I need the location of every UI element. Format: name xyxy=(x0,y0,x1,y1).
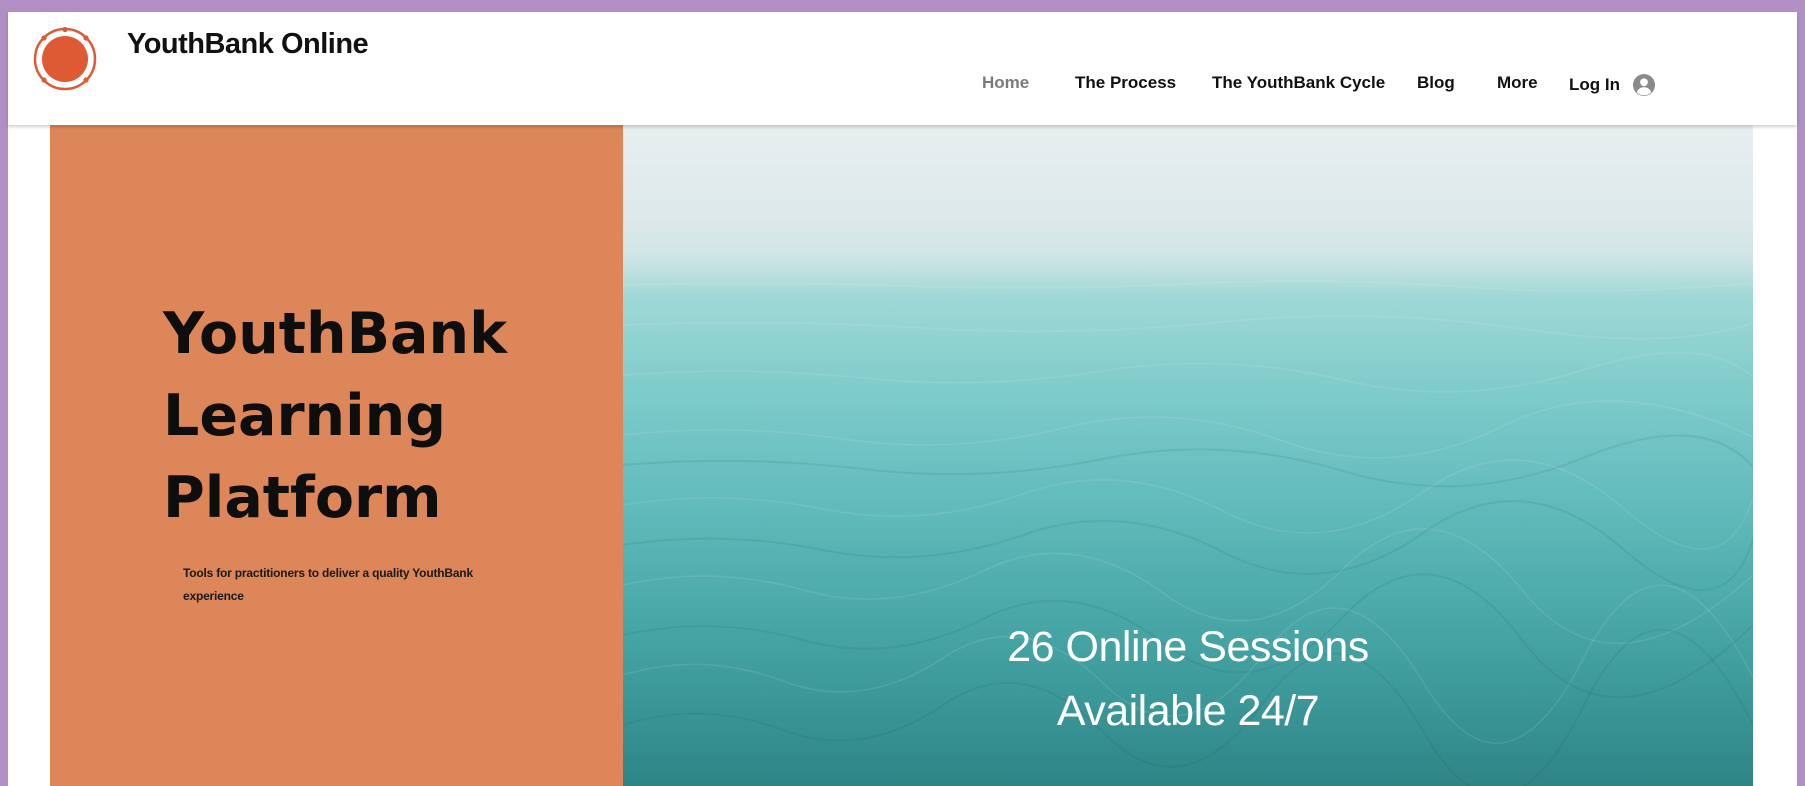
sessions-line-1: 26 Online Sessions xyxy=(1007,623,1369,671)
hero-title-line-2: Learning xyxy=(163,383,447,449)
sessions-caption: 26 Online Sessions Available 24/7 xyxy=(623,615,1753,743)
sessions-line-2: Available 24/7 xyxy=(1056,687,1320,735)
nav-item-the-youthbank-cycle[interactable]: The YouthBank Cycle xyxy=(1212,73,1385,93)
login-button[interactable]: Log In xyxy=(1569,72,1656,98)
sea-image: 26 Online Sessions Available 24/7 xyxy=(623,125,1753,786)
nav-item-home[interactable]: Home xyxy=(982,73,1029,93)
hero-section: YouthBank Learning Platform Tools for pr… xyxy=(50,125,1753,786)
main-nav: Home The Process The YouthBank Cycle Blo… xyxy=(8,73,1797,97)
hero-title-line-1: YouthBank xyxy=(163,301,508,367)
site-title[interactable]: YouthBank Online xyxy=(127,28,369,61)
nav-item-the-process[interactable]: The Process xyxy=(1075,73,1176,93)
nav-item-more[interactable]: More xyxy=(1497,73,1538,93)
user-avatar-icon xyxy=(1632,74,1655,96)
hero-text-panel: YouthBank Learning Platform Tools for pr… xyxy=(50,125,623,786)
site-header: YouthBank Online Home The Process The Yo… xyxy=(8,12,1797,125)
page-frame: YouthBank Online Home The Process The Yo… xyxy=(8,12,1797,786)
hero-title: YouthBank Learning Platform xyxy=(163,293,603,539)
hero-title-line-3: Platform xyxy=(163,465,442,531)
hero-subtitle: Tools for practitioners to deliver a qua… xyxy=(183,566,473,603)
login-label: Log In xyxy=(1569,75,1620,94)
nav-item-blog[interactable]: Blog xyxy=(1417,73,1455,93)
